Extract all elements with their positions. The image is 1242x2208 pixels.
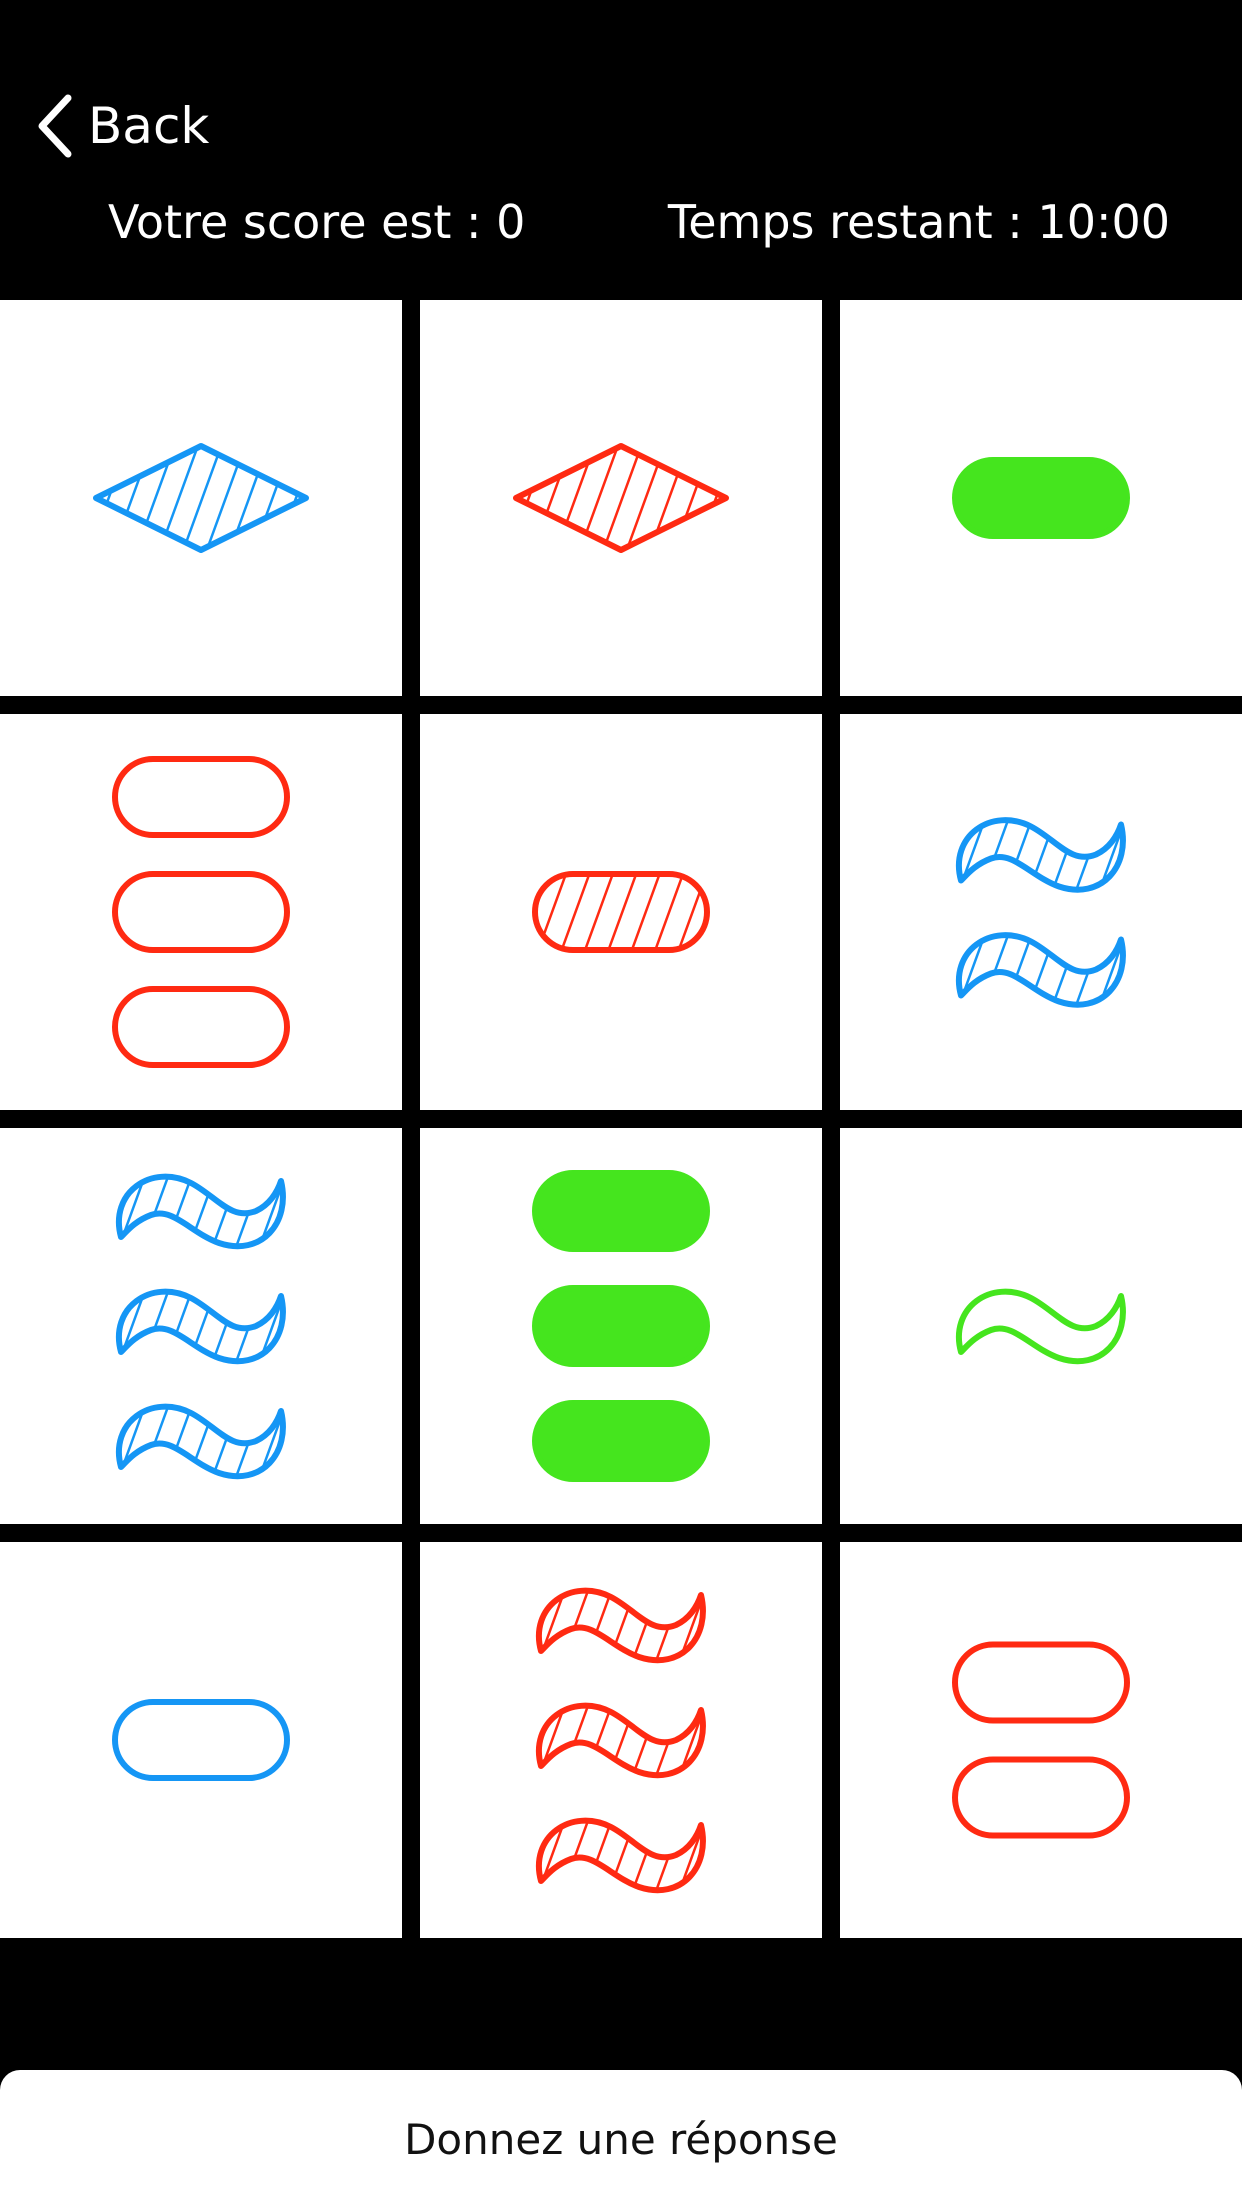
card-11[interactable] bbox=[420, 1542, 822, 1938]
diamond-symbol bbox=[513, 443, 729, 553]
chevron-left-icon bbox=[38, 94, 72, 158]
squiggle-symbol bbox=[956, 817, 1126, 893]
back-label: Back bbox=[88, 97, 210, 155]
oval-symbol bbox=[112, 986, 290, 1068]
oval-symbol bbox=[112, 1699, 290, 1781]
card-8[interactable] bbox=[420, 1128, 822, 1524]
oval-symbol bbox=[112, 756, 290, 838]
oval-symbol bbox=[952, 1641, 1130, 1724]
card-4[interactable] bbox=[0, 714, 402, 1110]
card-9[interactable] bbox=[840, 1128, 1242, 1524]
back-button[interactable]: Back bbox=[36, 90, 209, 162]
oval-symbol bbox=[952, 1756, 1130, 1839]
squiggle-symbol bbox=[116, 1403, 286, 1480]
squiggle-symbol bbox=[116, 1173, 286, 1250]
card-12[interactable] bbox=[840, 1542, 1242, 1938]
card-10[interactable] bbox=[0, 1542, 402, 1938]
squiggle-symbol bbox=[116, 1288, 286, 1365]
squiggle-symbol bbox=[536, 1817, 706, 1894]
answer-button[interactable]: Donnez une réponse bbox=[0, 2070, 1242, 2208]
oval-symbol bbox=[532, 1285, 710, 1367]
answer-button-label: Donnez une réponse bbox=[404, 2114, 838, 2164]
oval-symbol bbox=[112, 871, 290, 953]
card-2[interactable] bbox=[420, 300, 822, 696]
squiggle-symbol bbox=[536, 1702, 706, 1779]
card-1[interactable] bbox=[0, 300, 402, 696]
squiggle-symbol bbox=[956, 1288, 1126, 1365]
oval-symbol bbox=[532, 1400, 710, 1482]
squiggle-symbol bbox=[536, 1587, 706, 1664]
diamond-symbol bbox=[93, 443, 309, 553]
card-3[interactable] bbox=[840, 300, 1242, 696]
card-6[interactable] bbox=[840, 714, 1242, 1110]
oval-symbol bbox=[952, 457, 1130, 539]
card-grid bbox=[0, 300, 1242, 1944]
oval-symbol bbox=[532, 1170, 710, 1252]
score-text: Votre score est : 0 bbox=[108, 195, 526, 249]
card-5[interactable] bbox=[420, 714, 822, 1110]
oval-symbol bbox=[532, 871, 710, 953]
card-7[interactable] bbox=[0, 1128, 402, 1524]
timer-text: Temps restant : 10:00 bbox=[667, 195, 1170, 249]
squiggle-symbol bbox=[956, 932, 1126, 1008]
